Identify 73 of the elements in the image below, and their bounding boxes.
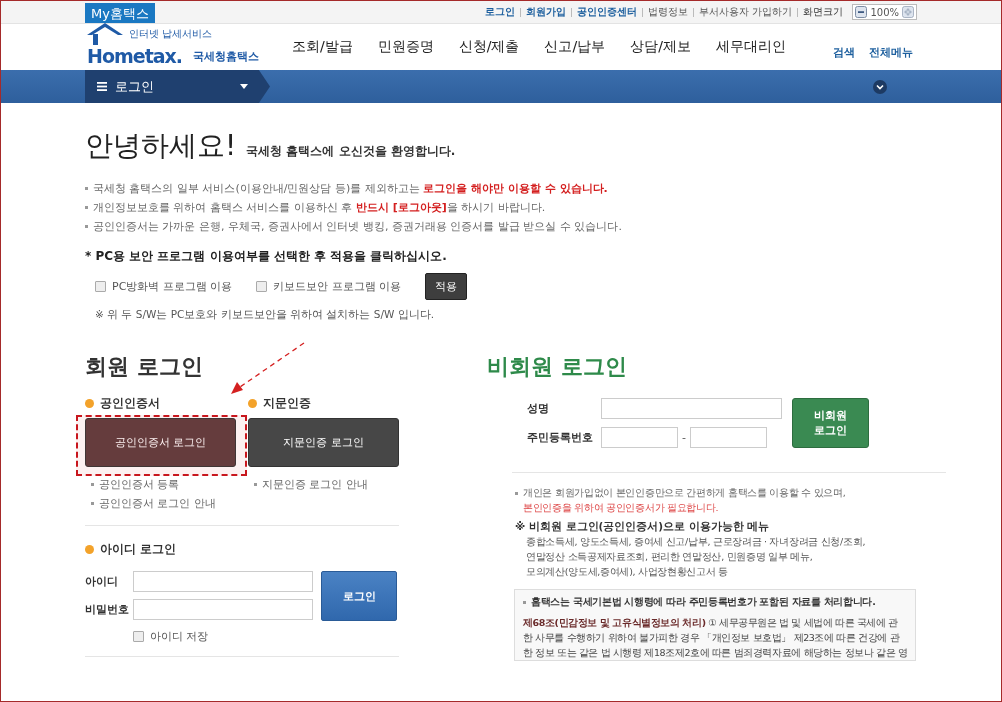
checkbox-label: 키보드보안 프로그램 이용 — [273, 279, 402, 294]
bullet-icon — [248, 399, 257, 408]
menu-item[interactable]: 신고/납부 — [544, 38, 606, 56]
menu-list-text: 모의계산(양도세,증여세), 사업장현황신고서 등 — [526, 565, 729, 579]
guide-link[interactable]: 지문인증 로그인 안내 — [262, 475, 368, 494]
location-text: 로그인 — [115, 77, 154, 96]
bullet-icon — [85, 399, 94, 408]
notice-text: 개인은 회원가입없이 본인인증만으로 간편하게 홈택스를 이용할 수 있으며, — [523, 487, 846, 500]
utility-link[interactable]: 전체메뉴 — [869, 44, 913, 60]
section-heading: 공인인증서 — [100, 396, 160, 411]
password-field[interactable] — [133, 599, 313, 620]
notice-text: 공인인증서는 가까운 은행, 우체국, 증권사에서 인터넷 뱅킹, 증권거래용 인증서를 발급 받으실 수 있습니다. — [85, 217, 917, 236]
top-link[interactable]: 로그인 — [485, 5, 516, 19]
privacy-text: 제68조(민감정보 및 고유식별정보의 처리) ① 세무공무원은 법 및 세법에 따른 국세에 관 한 사무를 수행하기 위하여 불가피한 경우 「개인정보 보호법」 제23조에 따른 건강에 관 한 정보 또는 같은 법 시행령 제18조제2호에 따른 범죄경력자료에 해당하는 정보나 같은 영 — [523, 616, 908, 660]
field-label: 비밀번호 — [85, 602, 130, 617]
guide-link[interactable]: 공인인증서 등록 — [99, 475, 180, 494]
bullet-icon — [85, 545, 94, 554]
rrn-front-field[interactable] — [601, 427, 678, 448]
field-label: 주민등록번호 — [527, 430, 594, 445]
checkbox[interactable] — [256, 281, 268, 292]
plus-icon[interactable] — [902, 6, 914, 18]
security-prompt: * PC용 보안 프로그램 이용여부를 선택한 후 적용을 클릭하십시오. — [85, 248, 448, 265]
utility-link[interactable]: 검색 — [833, 44, 855, 60]
house-logo-icon — [85, 21, 125, 47]
top-link[interactable]: 부서사용자 가입하기 — [699, 5, 793, 19]
id-field[interactable] — [133, 571, 313, 592]
checkbox[interactable] — [133, 631, 144, 642]
notice-text: 국세청 홈택스의 일부 서비스(이용안내/민원상담 등)를 제외하고는 로그인을 해야만 이용할 수 있습니다. — [85, 179, 917, 198]
zoom-value: 100% — [870, 6, 899, 18]
name-field[interactable] — [601, 398, 782, 419]
chevron-down-icon[interactable] — [873, 79, 887, 94]
checkbox[interactable] — [95, 281, 106, 292]
field-label: 성명 — [527, 401, 550, 416]
menu-item[interactable]: 세무대리인 — [715, 38, 786, 56]
checkbox-label: 아이디 저장 — [150, 629, 209, 644]
top-link[interactable]: 회원가입 — [526, 5, 567, 19]
menu-item[interactable]: 민원증명 — [377, 38, 434, 56]
nonmember-login-title: 비회원 로그인 — [487, 353, 627, 381]
zoom-label: 화면크기 — [803, 5, 844, 19]
menu-list-text: 종합소득세, 양도소득세, 증여세 신고/납부, 근로장려금 · 자녀장려금 신청/조회, — [526, 535, 867, 549]
minus-icon[interactable] — [855, 6, 868, 18]
logo-name[interactable]: 국세청홈택스 — [193, 49, 259, 64]
privacy-heading: 홈택스는 국세기본법 시행령에 따라 주민등록번호가 포함된 자료를 처리합니다. — [531, 596, 876, 609]
menu-list-text: 연말정산 소득공제자료조회, 편리한 연말정산, 민원증명 일부 메뉴, — [526, 550, 814, 564]
member-login-title: 회원 로그인 — [85, 353, 203, 381]
top-link[interactable]: 법령정보 — [648, 5, 689, 19]
separator-text: - — [681, 431, 687, 444]
menu-item[interactable]: 신청/제출 — [458, 38, 520, 56]
section-heading: 지문인증 — [263, 396, 311, 411]
notice-text: 본인인증을 위하여 공인인증서가 필요합니다. — [523, 501, 720, 515]
menu-icon — [97, 82, 107, 91]
login-button[interactable]: 로그인 — [321, 571, 397, 621]
login-method-button[interactable]: 지문인증 로그인 — [248, 418, 399, 467]
security-note: ※ 위 두 S/W는 PC보호와 키보드보안을 위하여 설치하는 S/W 입니다. — [95, 308, 435, 322]
caret-icon — [240, 84, 248, 89]
menu-item[interactable]: 상담/제보 — [630, 38, 691, 56]
menu-item[interactable]: 조회/발급 — [292, 38, 353, 56]
rrn-back-field[interactable] — [690, 427, 767, 448]
menu-heading: ※ 비회원 로그인(공인인증서)으로 이용가능한 메뉴 — [515, 520, 771, 534]
greeting-title: 안녕하세요! — [85, 128, 237, 164]
section-heading: 아이디 로그인 — [100, 542, 176, 557]
location-dropdown[interactable]: 로그인 — [85, 70, 270, 103]
greeting-subtitle: 국세청 홈택스에 오신것을 환영합니다. — [246, 143, 456, 160]
notice-text: 개인정보보호를 위하여 홈택스 서비스를 이용하신 후 반드시 [로그아웃]을 하시기 바랍니다. — [85, 198, 917, 217]
nonmember-login-button[interactable]: 비회원 로그인 — [792, 398, 869, 448]
top-link[interactable]: 공인인증센터 — [577, 5, 638, 19]
checkbox-label: PC방화벽 프로그램 이용 — [112, 279, 233, 294]
my-hometax-tab[interactable]: My홈택스 — [85, 3, 155, 23]
apply-button[interactable]: 적용 — [425, 273, 468, 300]
login-method-button[interactable]: 공인인증서 로그인 — [85, 418, 236, 467]
guide-link[interactable]: 공인인증서 로그인 안내 — [99, 494, 216, 513]
field-label: 아이디 — [85, 574, 119, 589]
logo-tagline: 인터넷 납세서비스 — [129, 27, 213, 41]
